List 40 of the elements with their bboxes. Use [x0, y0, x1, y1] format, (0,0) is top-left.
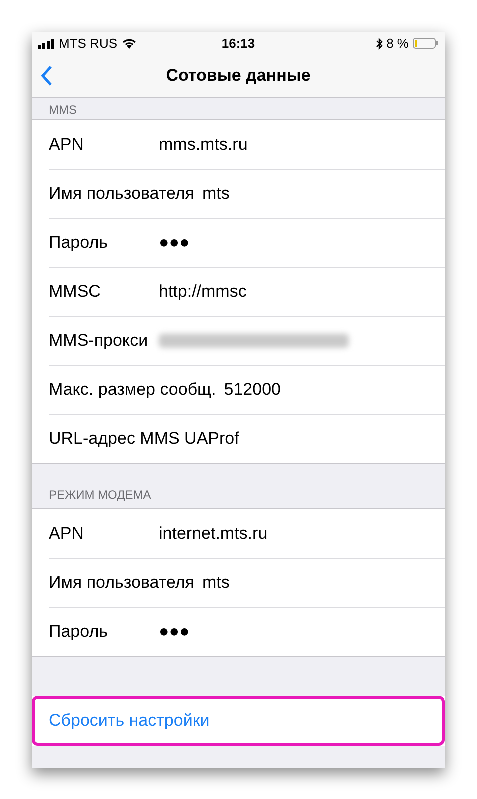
row-value: http://mmsc [159, 282, 247, 302]
row-label: Пароль [49, 232, 109, 252]
signal-icon [38, 38, 55, 48]
settings-row[interactable]: MMSC http://mmsc [32, 267, 445, 316]
battery-icon [413, 38, 439, 49]
row-label: Имя пользователя [49, 184, 194, 204]
section-header: MMS [49, 103, 77, 117]
settings-row[interactable]: URL-адрес MMS UAProf [32, 414, 445, 463]
battery-percent: 8 % [386, 36, 409, 51]
settings-row[interactable]: Макс. размер сообщ. 512000 [32, 365, 445, 414]
row-label: APN [49, 134, 85, 154]
row-value: mms.mts.ru [159, 134, 248, 154]
nav-title: Сотовые данные [166, 66, 311, 86]
row-value: mts [202, 572, 230, 592]
row-label: MMS-прокси [49, 330, 150, 350]
reset-settings-button[interactable]: Сбросить настройки [32, 696, 445, 746]
row-label: Пароль [49, 622, 109, 642]
status-time: 16:13 [222, 36, 256, 51]
bluetooth-icon [376, 38, 383, 50]
settings-row[interactable]: APN internet.mts.ru [32, 509, 445, 558]
row-value: ●●● [159, 622, 190, 642]
settings-row[interactable]: Пароль ●●● [32, 607, 445, 656]
settings-row[interactable]: Имя пользователя mts [32, 169, 445, 218]
section-header: РЕЖИМ МОДЕМА [49, 488, 152, 502]
settings-row[interactable]: Пароль ●●● [32, 218, 445, 267]
settings-row[interactable]: Имя пользователя mts [32, 558, 445, 607]
row-label: MMSC [49, 282, 102, 302]
settings-row[interactable]: MMS-прокси [32, 316, 445, 365]
settings-row[interactable]: APN mms.mts.ru [32, 120, 445, 169]
row-label: Макс. размер сообщ. [49, 380, 216, 400]
row-value: internet.mts.ru [159, 524, 268, 544]
back-icon[interactable] [41, 66, 53, 86]
carrier-name: MTS RUS [59, 36, 118, 51]
row-value: 512000 [224, 380, 281, 400]
row-label: APN [49, 524, 85, 544]
wifi-icon [122, 38, 136, 49]
row-label: URL-адрес MMS UAProf [49, 428, 240, 448]
row-value: mts [202, 184, 230, 204]
row-value: ●●● [159, 232, 190, 252]
row-label: Имя пользователя [49, 572, 194, 592]
